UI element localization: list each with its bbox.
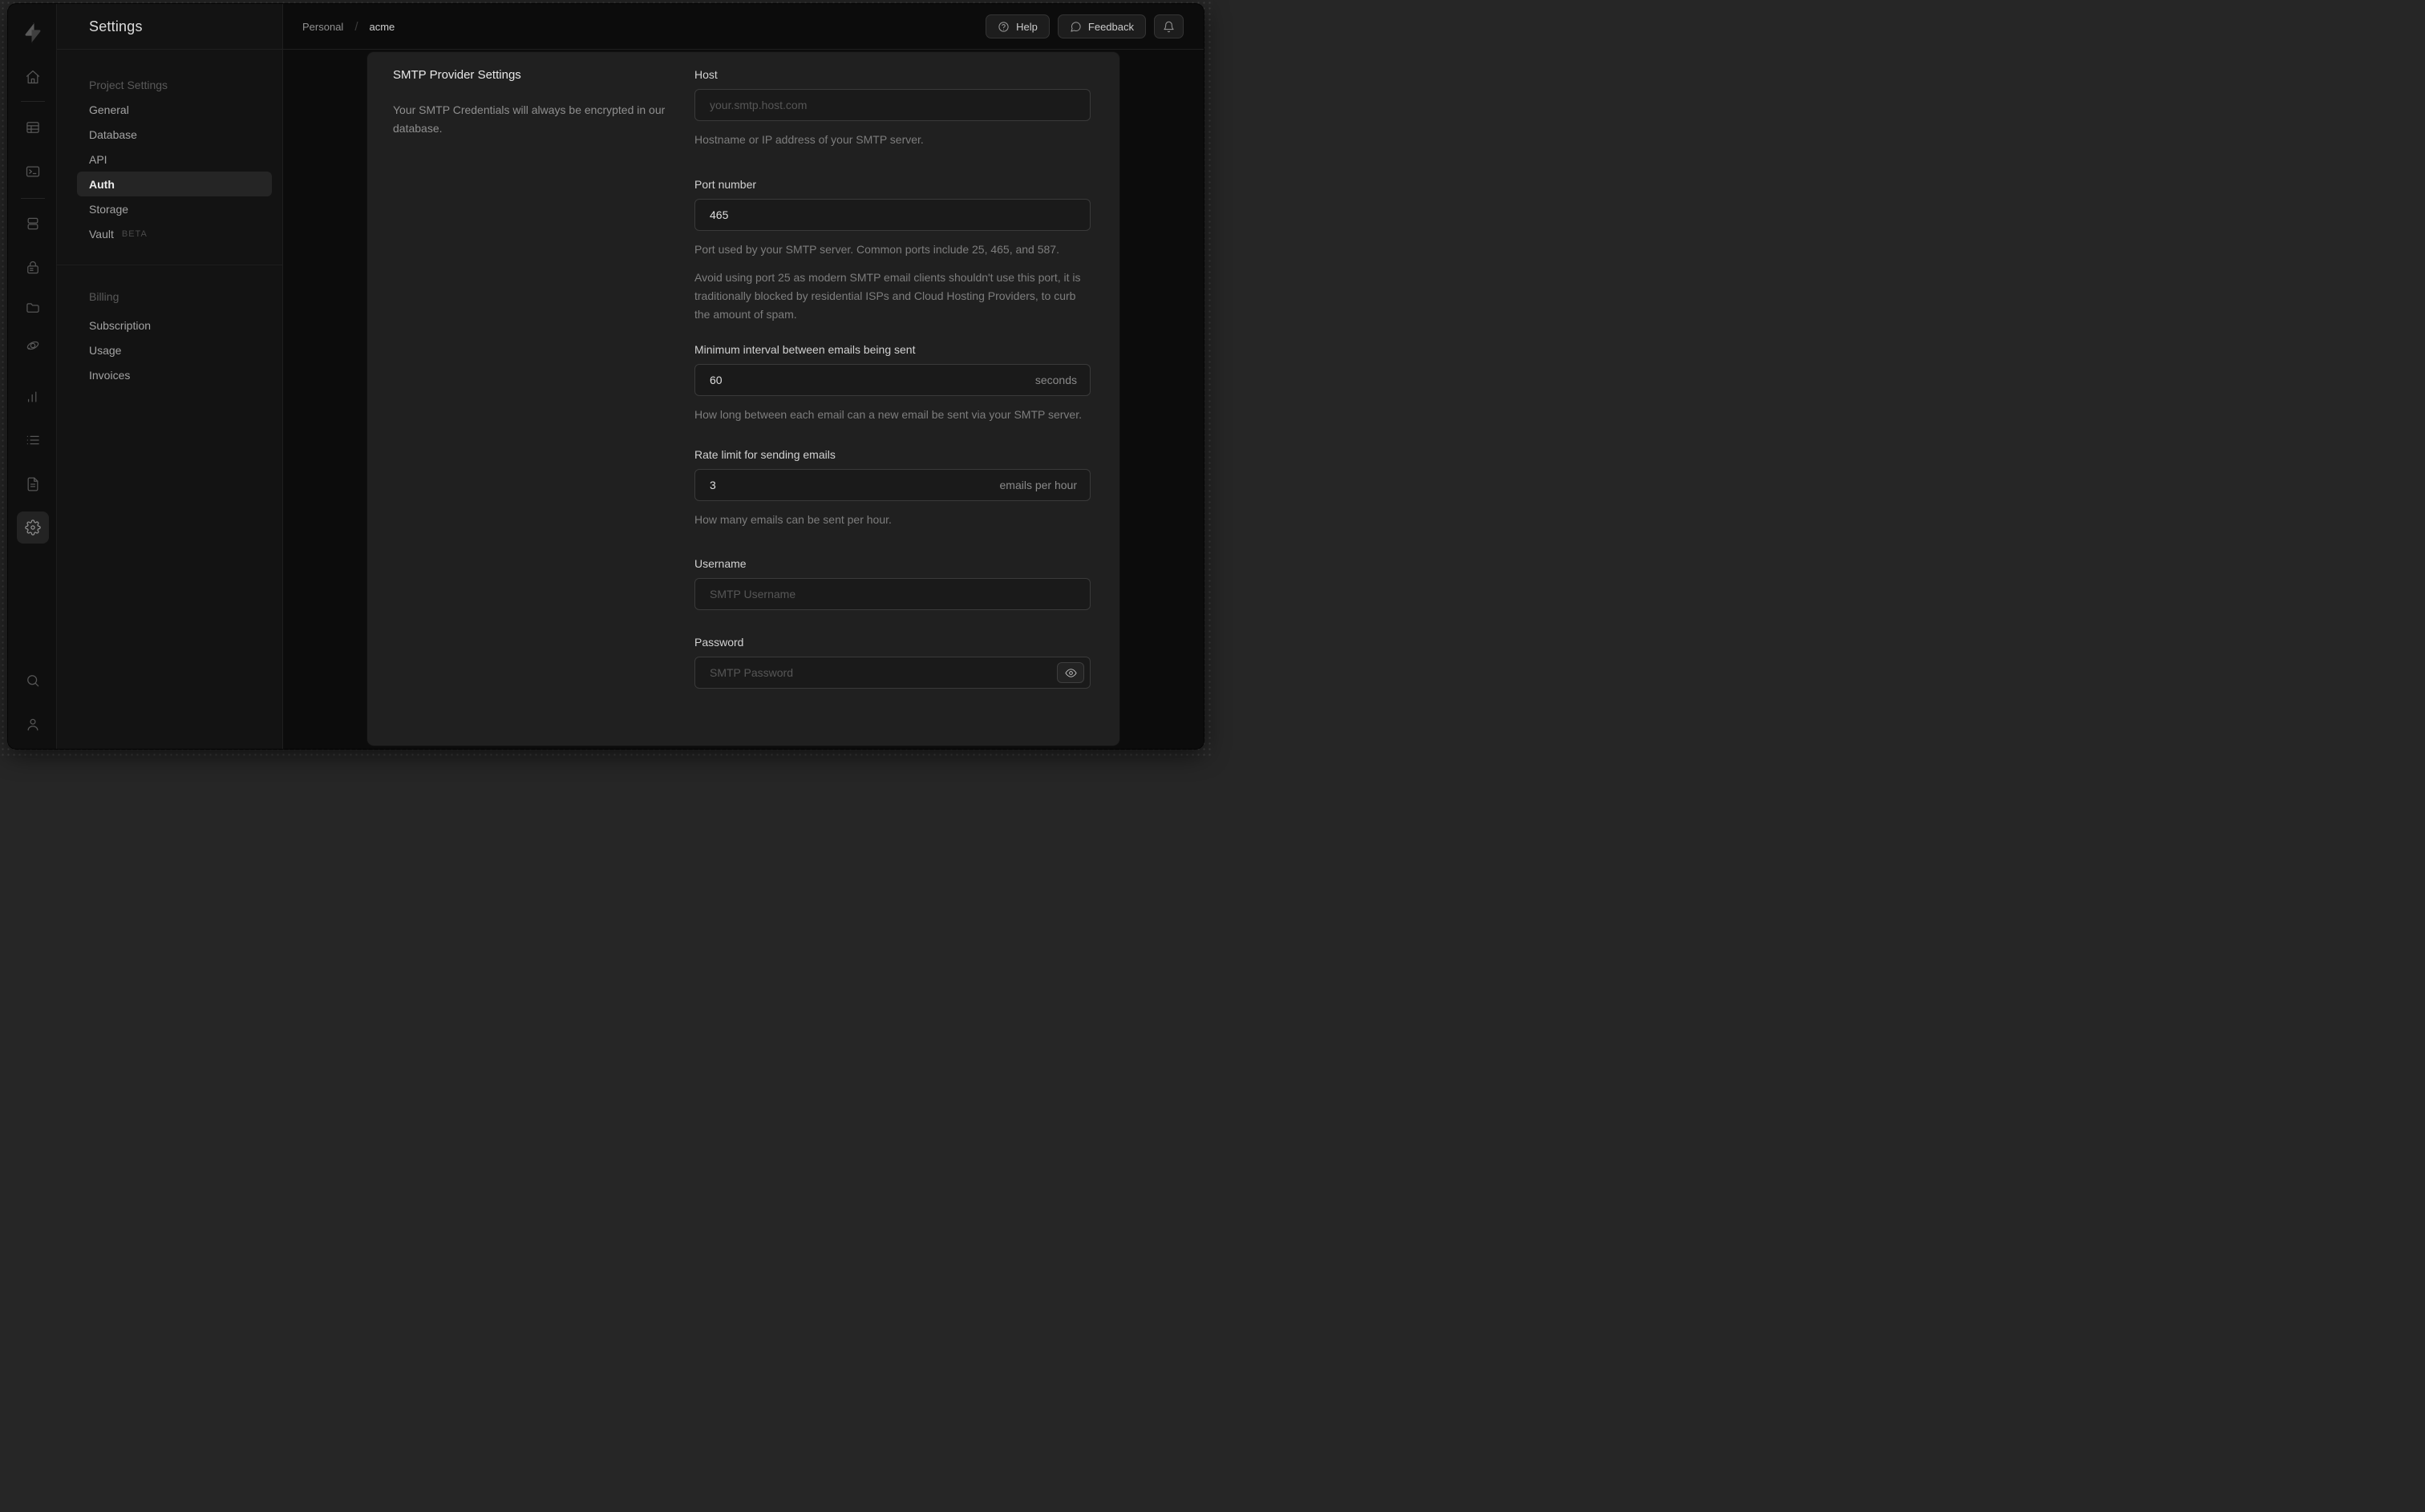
sql-editor-icon[interactable]	[20, 159, 46, 184]
supabase-logo-icon[interactable]	[21, 21, 45, 45]
home-icon[interactable]	[20, 64, 46, 90]
nav-item-usage[interactable]: Usage	[77, 338, 272, 362]
username-label: Username	[694, 557, 747, 570]
nav-item-vault[interactable]: Vault BETA	[77, 221, 272, 246]
interval-input[interactable]	[694, 364, 1091, 396]
port-helper: Port used by your SMTP server. Common po…	[694, 243, 1059, 256]
topbar-actions: Help Feedback	[986, 14, 1184, 38]
rail-divider	[21, 101, 45, 102]
auth-icon[interactable]	[20, 255, 46, 281]
section-description: Your SMTP Credentials will always be enc…	[393, 103, 666, 135]
password-input[interactable]	[694, 657, 1091, 689]
notifications-button[interactable]	[1154, 14, 1184, 38]
page-title: Settings	[89, 18, 143, 34]
nav-group-project-settings: Project Settings	[89, 79, 168, 91]
main-area: Personal / acme Help Feedback SMTP Provi…	[283, 4, 1204, 749]
host-input[interactable]	[694, 89, 1091, 121]
nav-item-api[interactable]: API	[77, 147, 272, 172]
rate-helper: How many emails can be sent per hour.	[694, 513, 892, 526]
settings-sidenav: Settings Project Settings General Databa…	[57, 4, 283, 749]
content-area: SMTP Provider Settings Your SMTP Credent…	[283, 50, 1204, 749]
database-icon[interactable]	[20, 211, 46, 237]
password-field-group: Password	[694, 636, 1091, 689]
section-intro: SMTP Provider Settings Your SMTP Credent…	[393, 68, 694, 137]
breadcrumb: Personal / acme	[302, 20, 395, 34]
bell-icon	[1164, 21, 1174, 32]
nav-item-subscription[interactable]: Subscription	[77, 313, 272, 338]
password-label: Password	[694, 636, 744, 649]
nav-item-database[interactable]: Database	[77, 122, 272, 147]
host-field-group: Host Hostname or IP address of your SMTP…	[694, 68, 1091, 149]
port-input[interactable]	[694, 199, 1091, 231]
nav-group-billing: Billing	[89, 290, 119, 303]
section-title: SMTP Provider Settings	[393, 68, 521, 82]
host-label: Host	[694, 68, 718, 81]
breadcrumb-org[interactable]: Personal	[302, 21, 343, 33]
interval-field-group: Minimum interval between emails being se…	[694, 343, 1091, 424]
nav-item-invoices[interactable]: Invoices	[77, 362, 272, 387]
nav-item-storage[interactable]: Storage	[77, 196, 272, 221]
profile-icon[interactable]	[20, 712, 46, 738]
nav-item-auth[interactable]: Auth	[77, 172, 272, 196]
settings-icon[interactable]	[17, 511, 49, 544]
smtp-settings-card: SMTP Provider Settings Your SMTP Credent…	[367, 52, 1119, 746]
rate-field-group: Rate limit for sending emails emails per…	[694, 448, 1091, 529]
icon-rail	[8, 4, 57, 749]
nav-item-general[interactable]: General	[77, 97, 272, 122]
sidenav-header: Settings	[57, 4, 282, 50]
interval-label: Minimum interval between emails being se…	[694, 343, 916, 356]
api-docs-icon[interactable]	[20, 471, 46, 497]
table-editor-icon[interactable]	[20, 115, 46, 140]
breadcrumb-project[interactable]: acme	[369, 21, 395, 33]
beta-badge: BETA	[121, 228, 148, 239]
eye-icon	[1064, 668, 1077, 677]
app-window: Settings Project Settings General Databa…	[8, 4, 1204, 749]
rate-label: Rate limit for sending emails	[694, 448, 836, 461]
logs-icon[interactable]	[20, 427, 46, 453]
help-button[interactable]: Help	[986, 14, 1050, 38]
breadcrumb-separator: /	[354, 19, 358, 34]
feedback-button[interactable]: Feedback	[1057, 14, 1146, 38]
topbar: Personal / acme Help Feedback	[283, 4, 1204, 50]
desktop-background: Settings Project Settings General Databa…	[0, 0, 1212, 756]
reveal-password-button[interactable]	[1057, 662, 1084, 683]
search-icon[interactable]	[20, 668, 46, 693]
edge-functions-icon[interactable]	[20, 333, 46, 358]
reports-icon[interactable]	[20, 384, 46, 410]
rate-input[interactable]	[694, 469, 1091, 501]
feedback-icon	[1071, 21, 1081, 32]
port-note: Avoid using port 25 as modern SMTP email…	[694, 271, 1081, 321]
port-field-group: Port number Port used by your SMTP serve…	[694, 178, 1091, 324]
storage-icon[interactable]	[20, 294, 46, 320]
username-field-group: Username	[694, 557, 1091, 610]
host-helper: Hostname or IP address of your SMTP serv…	[694, 133, 924, 146]
interval-helper: How long between each email can a new em…	[694, 408, 1082, 421]
username-input[interactable]	[694, 578, 1091, 610]
smtp-form: Host Hostname or IP address of your SMTP…	[694, 68, 1091, 689]
port-label: Port number	[694, 178, 757, 191]
help-icon	[998, 21, 1009, 32]
rail-divider	[21, 198, 45, 199]
